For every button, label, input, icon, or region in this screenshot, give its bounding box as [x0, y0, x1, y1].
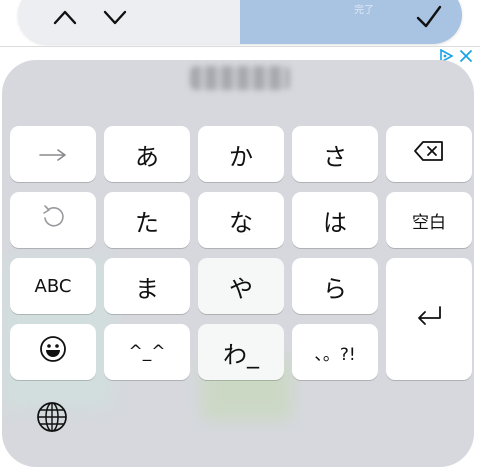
key-a[interactable]: あ — [104, 126, 190, 182]
key-label: や — [229, 274, 253, 303]
undo-key[interactable] — [10, 192, 96, 248]
japanese-kana-keyboard: あ か さ た な は 空白 ABC ま や ら ^_^ わ_ 、。?! — [2, 60, 474, 467]
key-ya[interactable]: や — [198, 258, 284, 314]
next-candidate-key[interactable] — [10, 126, 96, 182]
emoji-icon — [39, 335, 67, 369]
key-label: あ — [135, 142, 159, 171]
chevron-up-icon — [52, 8, 78, 26]
blurred-header — [190, 66, 290, 90]
previous-field-button[interactable] — [50, 2, 80, 32]
key-label: た — [135, 208, 159, 237]
key-sa[interactable]: さ — [292, 126, 378, 182]
chevron-down-icon — [102, 8, 128, 26]
key-label: は — [323, 208, 347, 237]
key-na[interactable]: な — [198, 192, 284, 248]
key-label: 空白 — [412, 212, 446, 233]
emoji-key[interactable] — [10, 324, 96, 380]
kaomoji-key[interactable]: ^_^ — [104, 324, 190, 380]
done-button[interactable] — [414, 2, 444, 32]
next-field-button[interactable] — [100, 2, 130, 32]
key-ra[interactable]: ら — [292, 258, 378, 314]
key-label: さ — [323, 142, 347, 171]
globe-icon — [35, 400, 69, 438]
key-wa[interactable]: わ_ — [198, 324, 284, 380]
space-key[interactable]: 空白 — [386, 192, 472, 248]
switch-keyboard-button[interactable] — [34, 401, 70, 437]
close-icon[interactable] — [459, 48, 473, 67]
backspace-icon — [413, 140, 445, 168]
undo-icon — [40, 204, 66, 236]
key-ta[interactable]: た — [104, 192, 190, 248]
key-ha[interactable]: は — [292, 192, 378, 248]
checkmark-icon — [416, 5, 442, 29]
key-label: ま — [135, 274, 159, 303]
punctuation-key[interactable]: 、。?! — [292, 324, 378, 380]
key-label: か — [229, 142, 253, 171]
abc-key[interactable]: ABC — [10, 258, 96, 314]
done-label: 完了 — [354, 5, 374, 16]
return-key[interactable] — [386, 258, 472, 380]
right-arrow-icon — [38, 140, 68, 168]
divider — [0, 46, 480, 47]
key-label: わ_ — [223, 340, 259, 369]
key-label: ら — [323, 274, 347, 303]
key-ma[interactable]: ま — [104, 258, 190, 314]
return-icon — [414, 304, 444, 334]
key-ka[interactable]: か — [198, 126, 284, 182]
keyboard-toolbar: 完了 — [18, 0, 462, 44]
key-label: ^_^ — [128, 342, 166, 362]
key-label: 、。?! — [314, 344, 356, 365]
key-label: ABC — [34, 275, 72, 297]
backspace-key[interactable] — [386, 126, 472, 182]
key-label: な — [229, 208, 253, 237]
